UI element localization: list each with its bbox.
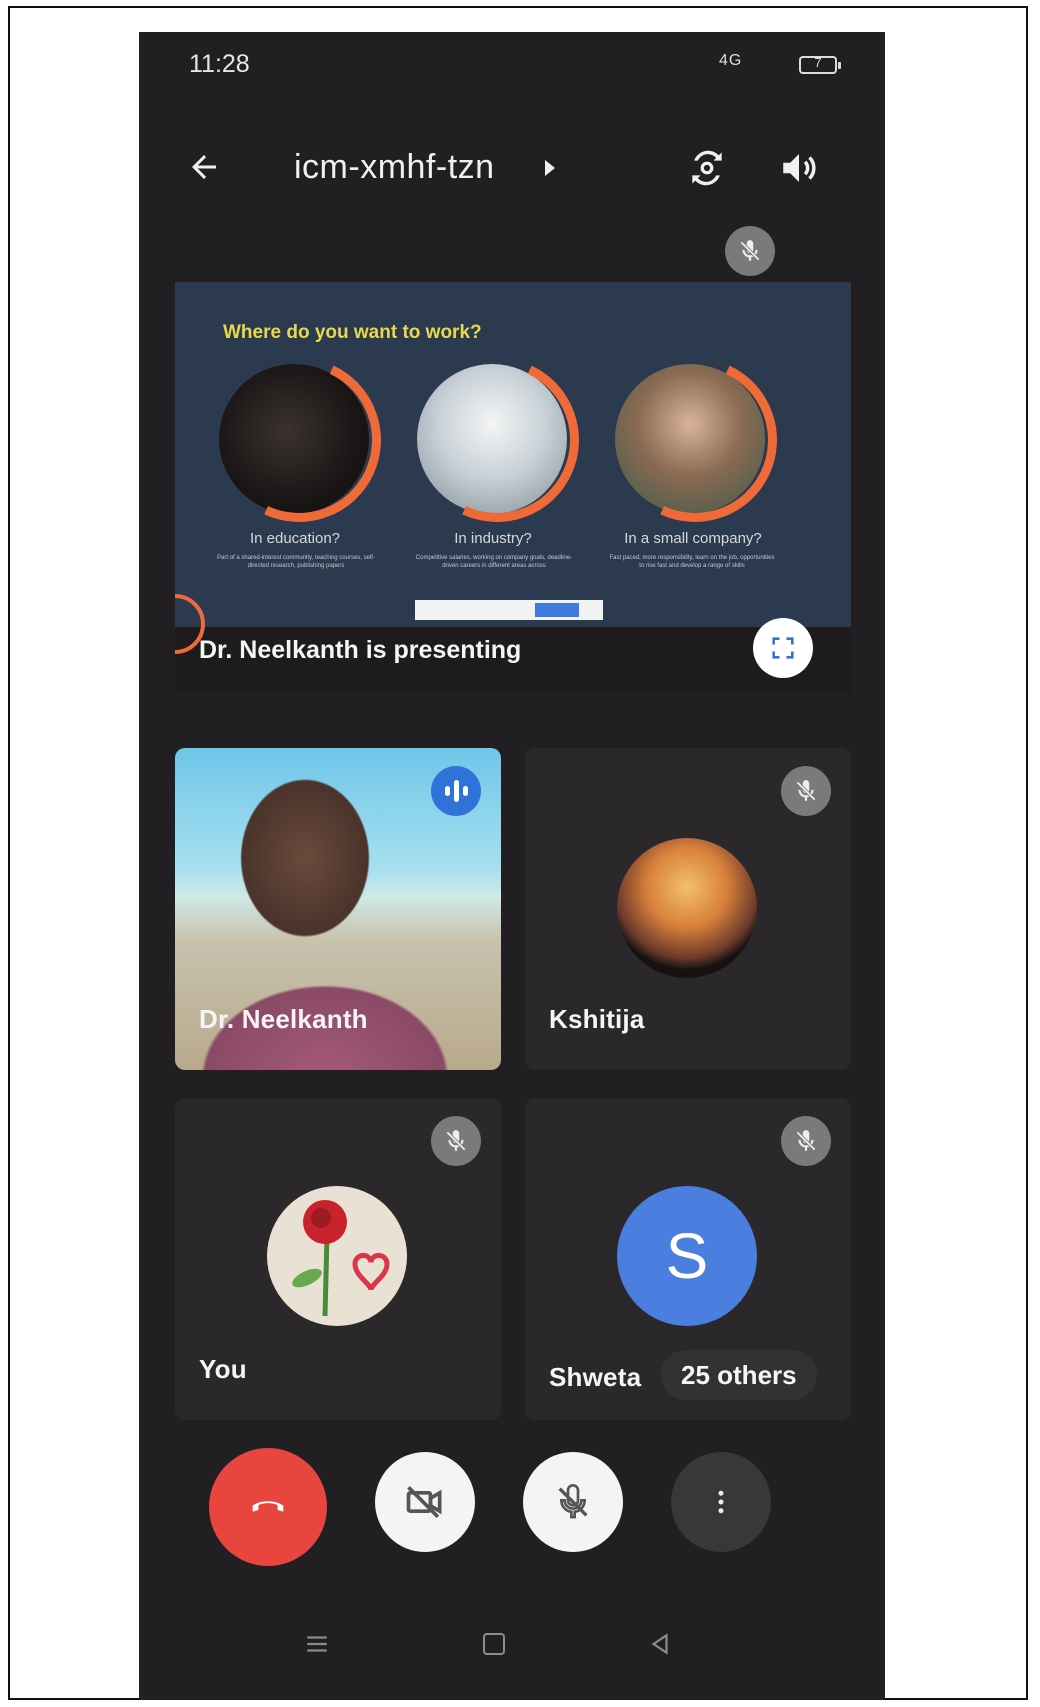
back-button[interactable] [179,142,229,192]
more-vert-icon [718,1490,724,1514]
slide-sub-industry: Competitive salaries, working on company… [415,555,573,569]
shared-slide: Where do you want to work? In education?… [175,282,851,654]
system-nav-bar [139,1617,885,1677]
mic-off-icon [446,1130,466,1151]
meeting-details-caret-icon[interactable] [545,160,555,176]
call-controls [139,1448,885,1572]
mic-off-badge [781,1116,831,1166]
mic-off-icon [558,1484,588,1519]
avatar [617,838,757,978]
participant-name: Shweta [549,1362,642,1392]
mic-off-icon [740,240,760,261]
participant-tile-neelkanth[interactable]: Dr. Neelkanth [175,748,501,1070]
presenting-label: Dr. Neelkanth is presenting [199,636,522,664]
flip-camera-button[interactable] [679,140,735,196]
slide-ring-industry [391,334,603,546]
end-call-button[interactable] [209,1448,327,1566]
mic-off-icon [796,1130,816,1151]
back-arrow-icon [192,155,216,179]
presentation-mic-off-badge [725,226,775,276]
battery-level: 7 [814,55,822,70]
menu-icon[interactable] [304,1631,330,1657]
slide-title: Where do you want to work? [223,322,482,343]
flip-camera-icon [692,150,722,186]
participant-name: Kshitija [549,1004,645,1034]
meeting-top-bar: icm-xmhf-tzn [139,132,885,202]
status-time: 11:28 [189,50,250,78]
fullscreen-button[interactable] [753,618,813,678]
avatar [267,1186,407,1326]
slide-sub-small-company: Fast paced, more responsibility, learn o… [609,555,775,569]
camera-off-icon [406,1486,442,1518]
more-options-button[interactable] [671,1452,771,1552]
speaking-icon [431,766,481,816]
nav-back-icon[interactable] [647,1631,673,1657]
avatar: S [617,1186,757,1326]
phone-screen: 11:28 4G 7 icm-xmhf-tzn Where do you wan… [139,32,885,1700]
home-icon[interactable] [483,1633,505,1655]
slide-caption-education: In education? [249,530,341,547]
speaker-button[interactable] [771,140,827,196]
slide-caption-industry: In industry? [454,530,532,547]
status-bar: 11:28 4G 7 [139,32,885,102]
mic-off-badge [431,1116,481,1166]
mic-off-badge [781,766,831,816]
slide-cookie-bar [415,600,603,620]
participant-tile-you[interactable]: You [175,1098,501,1420]
rose-heart-image [292,1200,390,1317]
participant-tile-kshitija[interactable]: Kshitija [525,748,851,1070]
signal-indicator: 4G [719,52,743,69]
slide-ring-small-company [589,334,801,546]
mic-toggle-button[interactable] [523,1452,623,1552]
meeting-code[interactable]: icm-xmhf-tzn [294,148,495,187]
speaker-icon [783,154,816,182]
slide-caption-small-company: In a small company? [624,530,762,547]
slide-sub-education: Part of a shared-interest community, tea… [217,555,375,569]
participant-tile-shweta[interactable]: S Shweta 25 others [525,1098,851,1420]
battery-icon: 7 [799,55,841,74]
slide-ring-education [193,334,405,546]
camera-toggle-button[interactable] [375,1452,475,1552]
participant-name: You [199,1354,247,1384]
participant-name: Dr. Neelkanth [199,1004,368,1034]
fullscreen-icon [772,637,794,659]
end-call-icon [252,1501,284,1512]
others-count-badge[interactable]: 25 others [661,1350,817,1400]
presentation-tile[interactable]: Where do you want to work? In education?… [175,282,851,692]
mic-off-icon [796,780,816,801]
